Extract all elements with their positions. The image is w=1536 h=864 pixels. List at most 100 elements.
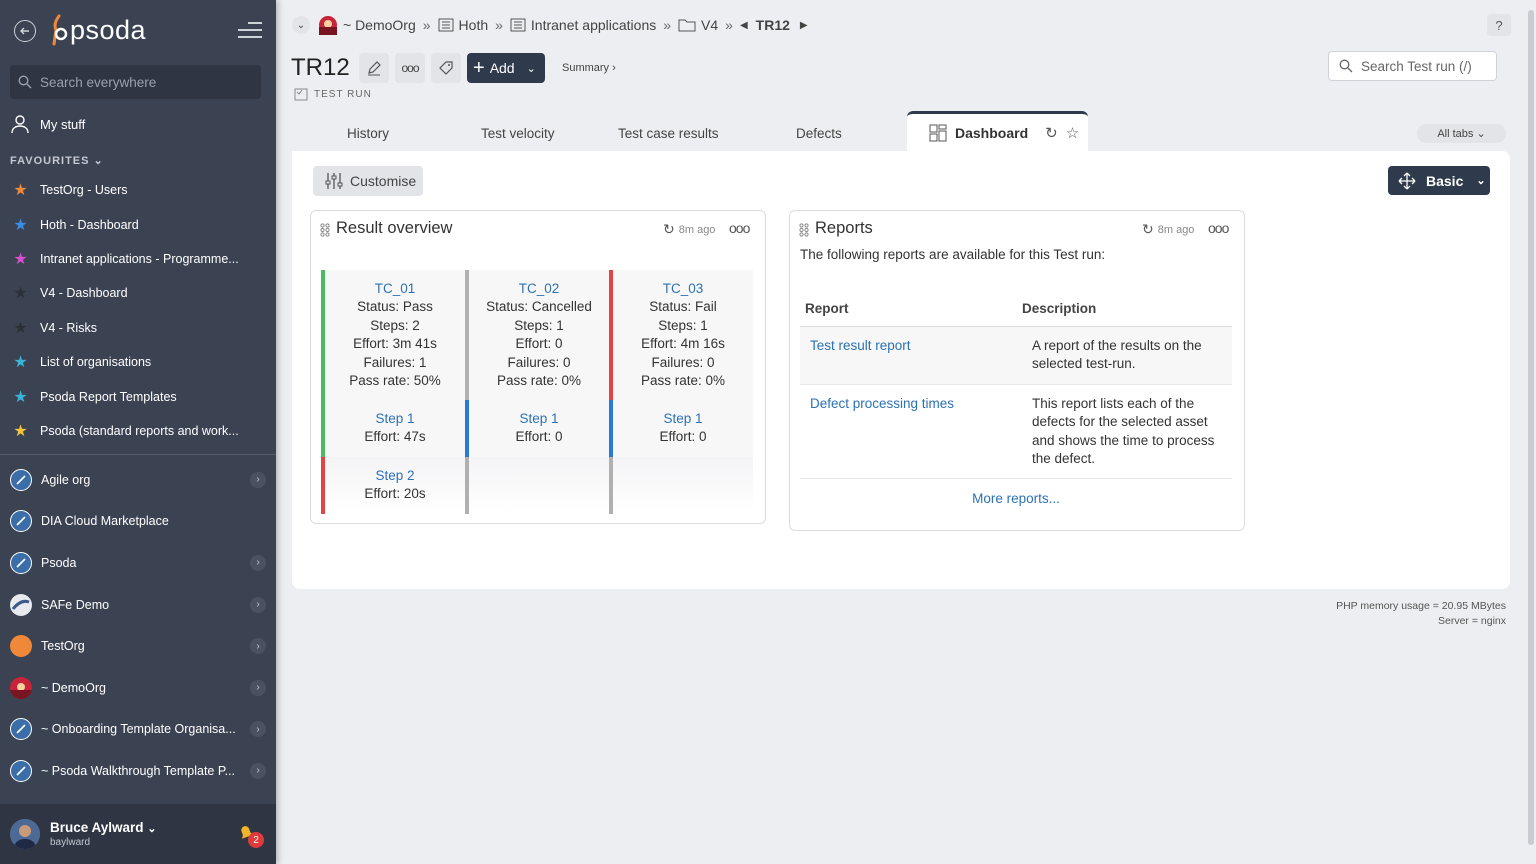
report-link[interactable]: Test result report	[800, 327, 1016, 384]
my-stuff-label: My stuff	[40, 116, 86, 132]
collapse-sidebar-button[interactable]	[238, 22, 262, 40]
summary-link[interactable]: Summary ›	[562, 62, 616, 74]
favourite-item[interactable]: ★ Hoth - Dashboard	[0, 207, 276, 241]
widget-title: Result overview	[336, 219, 453, 237]
orange-circle-icon	[10, 635, 32, 658]
favourite-item[interactable]: ★ V4 - Dashboard	[0, 276, 276, 310]
tag-button[interactable]	[431, 53, 461, 83]
org-item[interactable]: ~ DemoOrg ›	[0, 667, 276, 709]
scrollbar-thumb[interactable]	[1528, 10, 1534, 845]
add-button[interactable]: + Add ⌄	[467, 53, 545, 83]
favourite-item[interactable]: ★ V4 - Risks	[0, 311, 276, 345]
favourite-label: Psoda (standard reports and work...	[40, 423, 239, 438]
chevron-down-icon: ⌄	[147, 823, 157, 835]
more-actions-button[interactable]: ooo	[395, 53, 425, 83]
edit-button[interactable]	[359, 53, 389, 83]
report-link[interactable]: Defect processing times	[800, 385, 1016, 479]
test-case-link[interactable]: TC_03	[613, 280, 753, 298]
layout-button[interactable]: Basic ⌄	[1388, 166, 1490, 195]
chevron-right-icon[interactable]: ›	[250, 554, 266, 571]
tab-defects[interactable]: Defects	[796, 126, 842, 141]
star-icon[interactable]: ☆	[1066, 124, 1079, 142]
page-title: TR12	[291, 54, 350, 81]
favourite-item[interactable]: ★ Psoda (standard reports and work...	[0, 414, 276, 448]
test-case-failures: Failures: 0	[651, 354, 715, 370]
user-menu[interactable]: Bruce Aylward ⌄ baylward	[0, 804, 276, 864]
widget-refresh[interactable]: ↻ 8m ago	[663, 221, 715, 238]
sidebar: psoda Search everywhere My stuff FAVOURI…	[0, 0, 276, 864]
test-case-link[interactable]: TC_02	[469, 280, 609, 298]
ellipsis-icon: ooo	[401, 61, 419, 75]
reports-table: Report Description Test result report A …	[800, 291, 1232, 480]
widget-menu-button[interactable]: ooo	[729, 220, 750, 236]
customise-button[interactable]: Customise	[313, 166, 423, 196]
drag-handle-icon[interactable]	[320, 223, 330, 237]
test-step-effort: Effort: 47s	[364, 429, 426, 445]
scrollbar[interactable]	[1525, 0, 1536, 864]
search-icon	[18, 75, 32, 89]
chevron-right-icon[interactable]: ›	[250, 762, 266, 779]
tab-test-case-results[interactable]: Test case results	[618, 126, 719, 141]
all-tabs-button[interactable]: All tabs ⌄	[1417, 124, 1506, 143]
test-case-effort: Effort: 3m 41s	[353, 336, 437, 352]
tab-dashboard[interactable]: Dashboard ↻ ☆	[907, 111, 1088, 152]
org-label: ~ Onboarding Template Organisa...	[41, 722, 236, 737]
chevron-right-icon[interactable]: ›	[250, 638, 266, 655]
widget-refresh[interactable]: ↻ 8m ago	[1142, 221, 1194, 238]
chevron-right-icon[interactable]: ›	[250, 721, 266, 738]
test-case-card: TC_03 Status: Fail Steps: 1 Effort: 4m 16s F…	[613, 270, 753, 400]
breadcrumb-dropdown[interactable]: ⌄	[292, 16, 310, 34]
test-case-status: Status: Fail	[649, 299, 717, 315]
star-icon: ★	[13, 285, 28, 303]
favourite-label: Hoth - Dashboard	[40, 217, 139, 232]
favourite-item[interactable]: ★ List of organisations	[0, 345, 276, 379]
test-step-link[interactable]: Step 2	[325, 467, 465, 485]
favourites-list: ★ TestOrg - Users ★ Hoth - Dashboard ★ Intran…	[0, 173, 276, 448]
org-item[interactable]: SAFe Demo ›	[0, 584, 276, 626]
more-reports-link[interactable]: More reports...	[790, 491, 1242, 506]
favourite-item[interactable]: ★ Psoda Report Templates	[0, 379, 276, 413]
org-item[interactable]: Psoda ›	[0, 542, 276, 584]
help-button[interactable]: ?	[1487, 14, 1511, 36]
breadcrumb-intranet[interactable]: Intranet applications	[531, 17, 656, 33]
test-case-effort: Effort: 4m 16s	[641, 336, 725, 352]
test-case-link[interactable]: TC_01	[325, 280, 465, 298]
star-icon: ★	[13, 216, 28, 234]
search-placeholder: Search everywhere	[40, 74, 157, 90]
favourites-heading[interactable]: FAVOURITES ⌄	[10, 154, 104, 167]
chevron-right-icon[interactable]: ›	[250, 471, 266, 488]
tab-test-velocity[interactable]: Test velocity	[481, 126, 555, 141]
global-search-input[interactable]: Search everywhere	[10, 65, 261, 99]
psoda-logo[interactable]: psoda	[50, 14, 146, 46]
back-button[interactable]	[14, 20, 36, 42]
test-step-link[interactable]: Step 1	[469, 410, 609, 428]
test-step-card: Step 1 Effort: 0	[613, 400, 753, 457]
drag-handle-icon[interactable]	[799, 223, 809, 237]
org-label: ~ DemoOrg	[41, 680, 106, 695]
favourite-item[interactable]: ★ Intranet applications - Programme...	[0, 242, 276, 276]
test-step-link[interactable]: Step 1	[613, 410, 753, 428]
previous-item-icon[interactable]: ◀	[740, 20, 748, 31]
breadcrumb-org[interactable]: ~ DemoOrg	[343, 17, 416, 33]
tab-history[interactable]: History	[347, 126, 389, 141]
org-item[interactable]: ~ Psoda Walkthrough Template P... ›	[0, 750, 276, 792]
test-step-link[interactable]: Step 1	[325, 410, 465, 428]
report-description: This report lists each of the defects fo…	[1032, 395, 1215, 467]
my-stuff-link[interactable]: My stuff	[10, 114, 85, 134]
org-item[interactable]: ~ Onboarding Template Organisa... ›	[0, 709, 276, 751]
org-item[interactable]: TestOrg ›	[0, 625, 276, 667]
breadcrumb-v4[interactable]: V4	[701, 17, 718, 33]
next-item-icon[interactable]: ▶	[800, 20, 808, 31]
chevron-right-icon[interactable]: ›	[250, 679, 266, 696]
test-case-failures: Failures: 0	[507, 354, 571, 370]
test-case-pass-rate: Pass rate: 50%	[349, 373, 441, 389]
test-run-search-input[interactable]: Search Test run (/)	[1328, 51, 1497, 81]
favourite-item[interactable]: ★ TestOrg - Users	[0, 173, 276, 207]
widget-menu-button[interactable]: ooo	[1208, 220, 1229, 236]
organisations-list: Agile org › DIA Cloud Marketplace Psoda › SAF…	[0, 459, 276, 792]
org-item[interactable]: Agile org ›	[0, 459, 276, 501]
chevron-right-icon[interactable]: ›	[250, 596, 266, 613]
refresh-icon[interactable]: ↻	[1045, 124, 1058, 142]
breadcrumb-hoth[interactable]: Hoth	[459, 17, 489, 33]
org-item[interactable]: DIA Cloud Marketplace	[0, 501, 276, 543]
